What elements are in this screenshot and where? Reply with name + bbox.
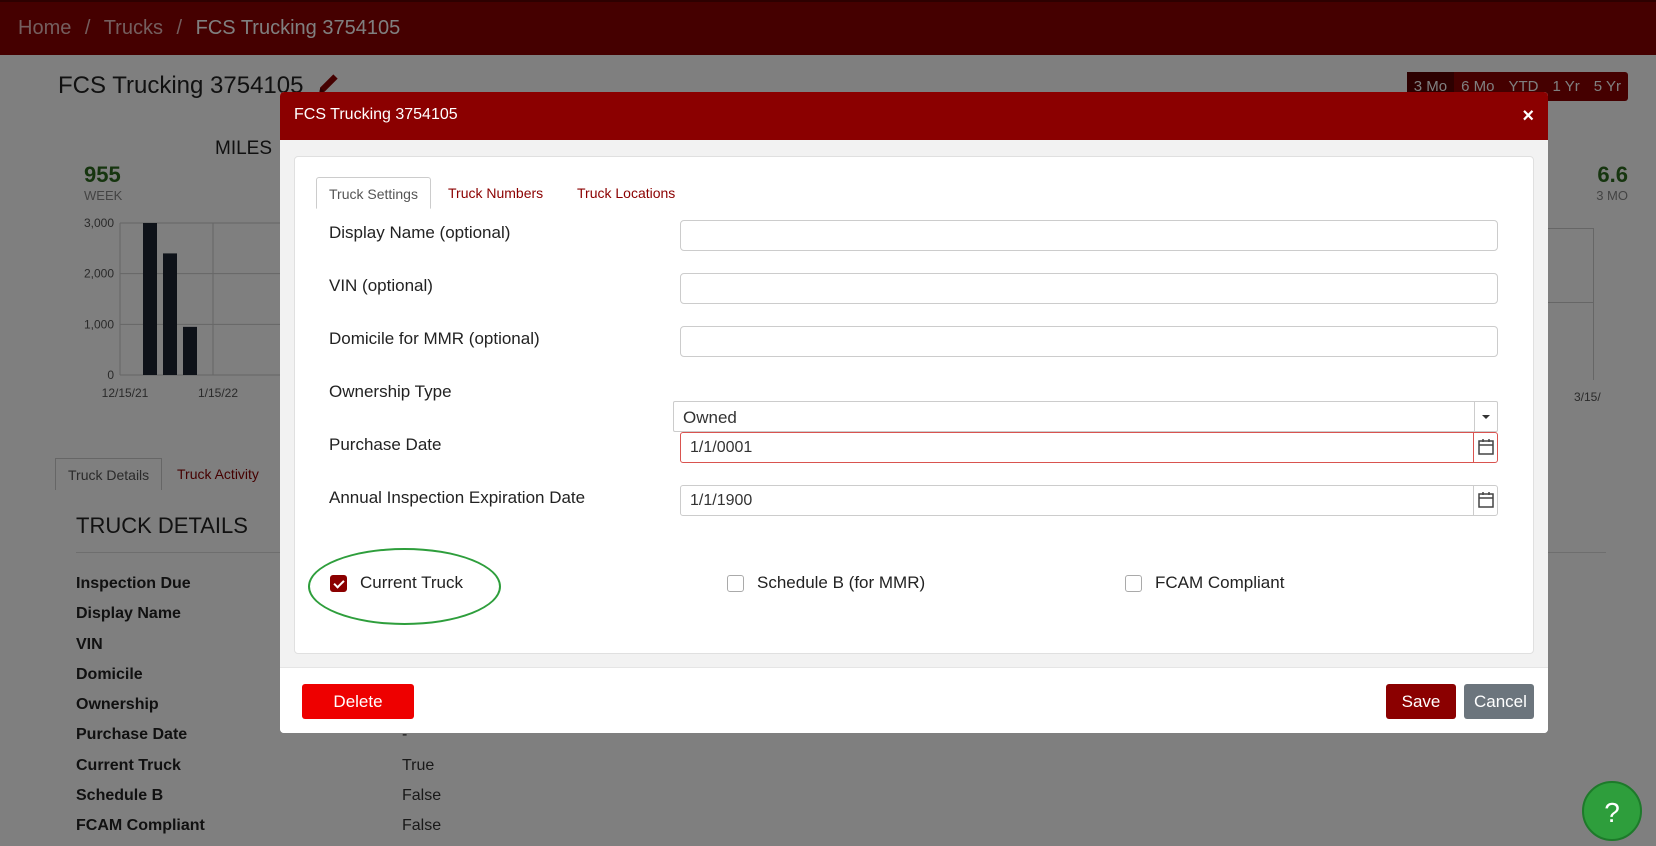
tab-truck-numbers[interactable]: Truck Numbers [436,177,555,209]
highlight-circle [308,548,501,625]
schedule-b-checkbox[interactable] [727,575,744,592]
modal-header: FCS Trucking 3754105 × [280,92,1548,140]
tab-truck-settings[interactable]: Truck Settings [316,177,431,209]
delete-truck-button[interactable]: Delete Truck [302,684,414,733]
inspection-date-value: 1/1/1900 [690,492,753,509]
close-icon[interactable]: × [1522,105,1534,128]
save-button[interactable]: Save [1386,684,1456,719]
display-name-input[interactable] [680,220,1498,251]
cancel-button[interactable]: Cancel [1464,684,1534,719]
inspection-date-label: Annual Inspection Expiration Date [329,488,586,507]
modal-title: FCS Trucking 3754105 [294,106,458,123]
calendar-icon[interactable] [1473,486,1497,515]
domicile-input[interactable] [680,326,1498,357]
inspection-date-input[interactable]: 1/1/1900 [680,485,1498,516]
domicile-label: Domicile for MMR (optional) [329,329,540,348]
ownership-type-value: Owned [683,408,737,427]
purchase-date-value: 1/1/0001 [690,439,753,456]
fcam-compliant-checkbox[interactable] [1125,575,1142,592]
vin-label: VIN (optional) [329,276,433,295]
fcam-compliant-label: FCAM Compliant [1155,573,1285,592]
display-name-label: Display Name (optional) [329,223,511,242]
modal-footer [280,667,1548,733]
schedule-b-label: Schedule B (for MMR) [757,573,926,592]
purchase-date-input[interactable]: 1/1/0001 [680,432,1498,463]
purchase-date-label: Purchase Date [329,435,442,454]
ownership-type-label: Ownership Type [329,382,452,401]
ownership-type-select[interactable]: Owned [673,401,1498,432]
chevron-down-icon[interactable] [1474,402,1497,431]
tab-truck-locations[interactable]: Truck Locations [565,177,687,209]
help-button[interactable]: ? [1582,781,1642,841]
edit-truck-modal: FCS Trucking 3754105 × Truck Settings Tr… [280,92,1548,733]
vin-input[interactable] [680,273,1498,304]
calendar-icon[interactable] [1473,433,1497,462]
